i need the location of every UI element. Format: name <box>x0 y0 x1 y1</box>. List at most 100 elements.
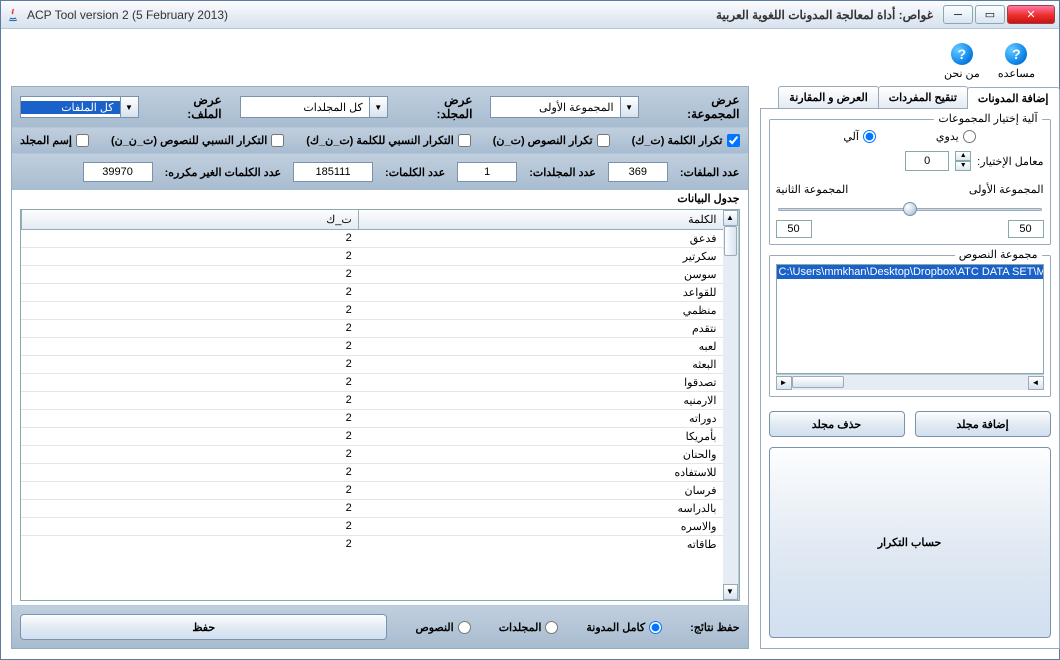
table-row[interactable]: فرسان2 <box>21 482 723 500</box>
scroll-down-icon[interactable]: ▼ <box>723 584 738 600</box>
about-button[interactable]: ? من نحن <box>944 43 980 80</box>
group-slider[interactable] <box>776 200 1044 218</box>
table-row[interactable]: والاسره2 <box>21 518 723 536</box>
save-folders-radio[interactable]: المجلدات <box>499 621 559 634</box>
delete-folder-button[interactable]: حذف مجلد <box>769 411 905 437</box>
cell-freq: 2 <box>21 356 358 373</box>
save-button[interactable]: حفظ <box>20 614 387 640</box>
words-count-field[interactable] <box>293 162 373 182</box>
table-row[interactable]: دوراته2 <box>21 410 723 428</box>
folders-count-field[interactable] <box>457 162 517 182</box>
table-row[interactable]: سكرتير2 <box>21 248 723 266</box>
cell-freq: 2 <box>21 338 358 355</box>
cell-word: فرسان <box>358 482 723 499</box>
cell-freq: 2 <box>21 482 358 499</box>
titlebar: ACP Tool version 2 (5 February 2013) غوا… <box>1 1 1059 29</box>
folder-name-check[interactable]: إسم المجلد <box>20 134 89 147</box>
table-row[interactable]: تصدقوا2 <box>21 374 723 392</box>
table-row[interactable]: بالدراسه2 <box>21 500 723 518</box>
group-view-combo[interactable]: ▼المجموعة الأولى <box>490 96 638 118</box>
cell-word: والاسره <box>358 518 723 535</box>
words-count-label: عدد الكلمات: <box>385 166 445 179</box>
cell-word: البعثه <box>358 356 723 373</box>
save-texts-radio[interactable]: النصوص <box>415 621 470 634</box>
texts-fieldset: مجموعة النصوص C:\Users\mmkhan\Desktop\Dr… <box>769 255 1051 397</box>
cell-word: منظمي <box>358 302 723 319</box>
cell-freq: 2 <box>21 464 358 481</box>
path-hscroll[interactable]: ◄ ► <box>776 374 1044 390</box>
unique-count-field[interactable] <box>83 162 153 182</box>
cell-freq: 2 <box>21 374 358 391</box>
factor-spinner-buttons[interactable]: ▲▼ <box>955 151 971 171</box>
maximize-button[interactable]: ▭ <box>975 5 1005 24</box>
file-view-label: عرض الملف: <box>157 93 222 121</box>
group-selection-legend: آلية إختيار المجموعات <box>934 112 1041 125</box>
group-view-label: عرض المجموعة: <box>657 93 740 121</box>
cell-word: تصدقوا <box>358 374 723 391</box>
folder-view-label: عرض المجلد: <box>406 93 473 121</box>
table-row[interactable]: للاستفاده2 <box>21 464 723 482</box>
cell-word: سوسن <box>358 266 723 283</box>
question-icon: ? <box>1005 43 1027 65</box>
group2-label: المجموعة الثانية <box>776 183 849 196</box>
results-pane: عرض المجموعة: ▼المجموعة الأولى عرض المجل… <box>11 86 749 649</box>
table-body: فدعق2سكرتير2سوسن2للقواعد2منظمي2نتقدم2لعب… <box>21 230 723 550</box>
group2-value[interactable] <box>776 220 812 238</box>
rel-text-check[interactable]: التكرار النسبي للنصوص (ت_ن_ن) <box>111 134 284 147</box>
tab-compare[interactable]: العرض و المقارنة <box>778 86 878 108</box>
cell-freq: 2 <box>21 248 358 265</box>
path-listbox[interactable]: C:\Users\mmkhan\Desktop\Dropbox\ATC DATA… <box>776 264 1044 374</box>
tab-vocab[interactable]: تنقيح المفردات <box>878 86 968 108</box>
group1-value[interactable] <box>1008 220 1044 238</box>
selected-path[interactable]: C:\Users\mmkhan\Desktop\Dropbox\ATC DATA… <box>777 265 1043 279</box>
scroll-right-icon[interactable]: ► <box>776 376 792 390</box>
cell-word: طاقاته <box>358 536 723 550</box>
tab-add[interactable]: إضافة المدونات <box>967 87 1060 109</box>
col-word-header[interactable]: الكلمة <box>358 210 723 229</box>
auto-radio[interactable]: آلي <box>843 130 876 143</box>
col-freq-header[interactable]: ت_ك <box>21 210 358 229</box>
text-freq-check[interactable]: تكرار النصوص (ت_ن) <box>493 134 610 147</box>
table-row[interactable]: طاقاته2 <box>21 536 723 550</box>
cell-word: نتقدم <box>358 320 723 337</box>
cell-freq: 2 <box>21 302 358 319</box>
table-row[interactable]: نتقدم2 <box>21 320 723 338</box>
java-icon <box>5 7 21 23</box>
factor-input[interactable] <box>905 151 949 171</box>
word-freq-check[interactable]: تكرار الكلمة (ت_ك) <box>632 134 740 147</box>
cell-word: دوراته <box>358 410 723 427</box>
table-row[interactable]: سوسن2 <box>21 266 723 284</box>
scroll-left-icon[interactable]: ◄ <box>1028 376 1044 390</box>
table-row[interactable]: الارمنيه2 <box>21 392 723 410</box>
table-row[interactable]: البعثه2 <box>21 356 723 374</box>
cell-word: بالدراسه <box>358 500 723 517</box>
about-label: من نحن <box>944 67 980 80</box>
question-icon: ? <box>951 43 973 65</box>
compute-button[interactable]: حساب التكرار <box>769 447 1051 638</box>
rel-word-check[interactable]: التكرار النسبي للكلمة (ت_ن_ك) <box>306 134 470 147</box>
cell-freq: 2 <box>21 230 358 247</box>
cell-word: سكرتير <box>358 248 723 265</box>
save-full-radio[interactable]: كامل المدونة <box>586 621 662 634</box>
minimize-button[interactable]: ─ <box>943 5 973 24</box>
table-row[interactable]: والحنان2 <box>21 446 723 464</box>
file-view-combo[interactable]: ▼كل الملفات <box>20 96 139 118</box>
help-button[interactable]: ? مساعده <box>998 43 1035 80</box>
table-row[interactable]: للقواعد2 <box>21 284 723 302</box>
close-button[interactable]: ✕ <box>1007 5 1055 24</box>
add-folder-button[interactable]: إضافة مجلد <box>915 411 1051 437</box>
files-count-field[interactable] <box>608 162 668 182</box>
table-scrollbar[interactable]: ▲ ▼ <box>723 210 739 600</box>
table-row[interactable]: لعبه2 <box>21 338 723 356</box>
cell-word: الارمنيه <box>358 392 723 409</box>
cell-word: لعبه <box>358 338 723 355</box>
factor-label: معامل الإختيار: <box>977 155 1043 168</box>
group1-label: المجموعة الأولى <box>969 183 1044 196</box>
table-row[interactable]: فدعق2 <box>21 230 723 248</box>
scroll-up-icon[interactable]: ▲ <box>723 210 738 226</box>
folder-view-combo[interactable]: ▼كل المجلدات <box>240 96 388 118</box>
cell-freq: 2 <box>21 518 358 535</box>
table-row[interactable]: منظمي2 <box>21 302 723 320</box>
table-row[interactable]: بأمريكا2 <box>21 428 723 446</box>
manual-radio[interactable]: يدوي <box>936 130 976 143</box>
